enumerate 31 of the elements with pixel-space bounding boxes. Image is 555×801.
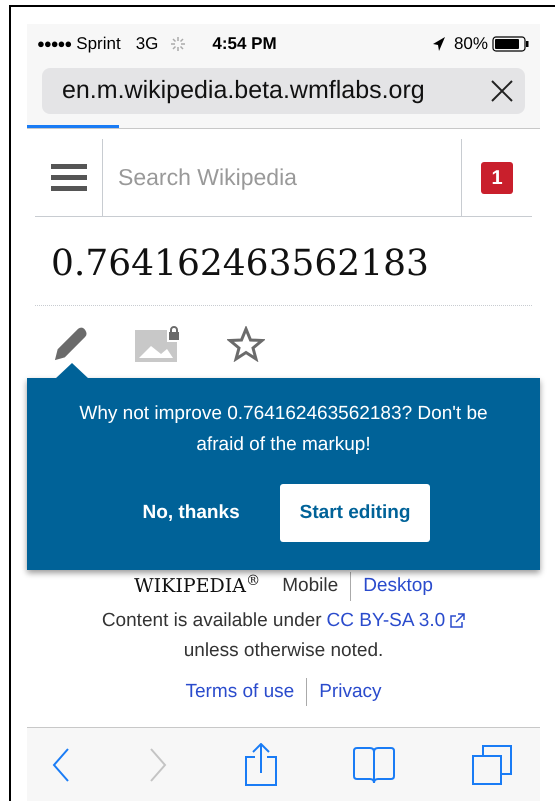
dismiss-button[interactable]: No, thanks xyxy=(136,484,246,542)
tabs-icon[interactable] xyxy=(471,744,513,786)
network-type: 3G xyxy=(136,32,158,55)
start-editing-button[interactable]: Start editing xyxy=(280,484,430,542)
article-title: 0.764162463562183 xyxy=(35,217,532,306)
pencil-icon[interactable] xyxy=(53,327,89,361)
license-note: unless otherwise noted. xyxy=(184,639,384,663)
battery-icon xyxy=(492,36,530,52)
close-icon[interactable] xyxy=(491,80,513,102)
footer-link[interactable]: Privacy xyxy=(306,678,382,706)
mode-link[interactable]: Desktop xyxy=(350,572,433,600)
open-book-icon[interactable] xyxy=(352,746,396,784)
carrier-name: Sprint xyxy=(76,32,121,55)
share-icon[interactable] xyxy=(244,742,278,786)
wikipedia-wordmark: WIKIPEDIA$^{®}$ xyxy=(134,572,260,599)
mode-label: Mobile xyxy=(282,574,338,598)
external-link-icon xyxy=(449,612,466,629)
star-icon[interactable] xyxy=(227,326,265,362)
battery-percent: 80% xyxy=(454,32,488,55)
license-link[interactable]: CC BY-SA 3.0 xyxy=(326,606,446,635)
edit-prompt-message: Why not improve 0.764162463562183? Don't be afraid of the markup! xyxy=(78,402,489,457)
footer-link[interactable]: Terms of use xyxy=(185,678,294,706)
license-text: Content is available under xyxy=(102,608,322,632)
url-text: en.m.wikipedia.beta.wmflabs.org xyxy=(62,75,426,106)
activity-spinner-icon xyxy=(170,36,186,52)
clock-time: 4:54 PM xyxy=(212,32,277,55)
location-arrow-icon xyxy=(432,36,446,52)
notification-badge[interactable]: 1 xyxy=(481,162,513,194)
signal-dots: ●●●●● xyxy=(37,34,72,53)
address-bar[interactable]: en.m.wikipedia.beta.wmflabs.org xyxy=(42,68,525,114)
menu-icon xyxy=(50,164,86,192)
